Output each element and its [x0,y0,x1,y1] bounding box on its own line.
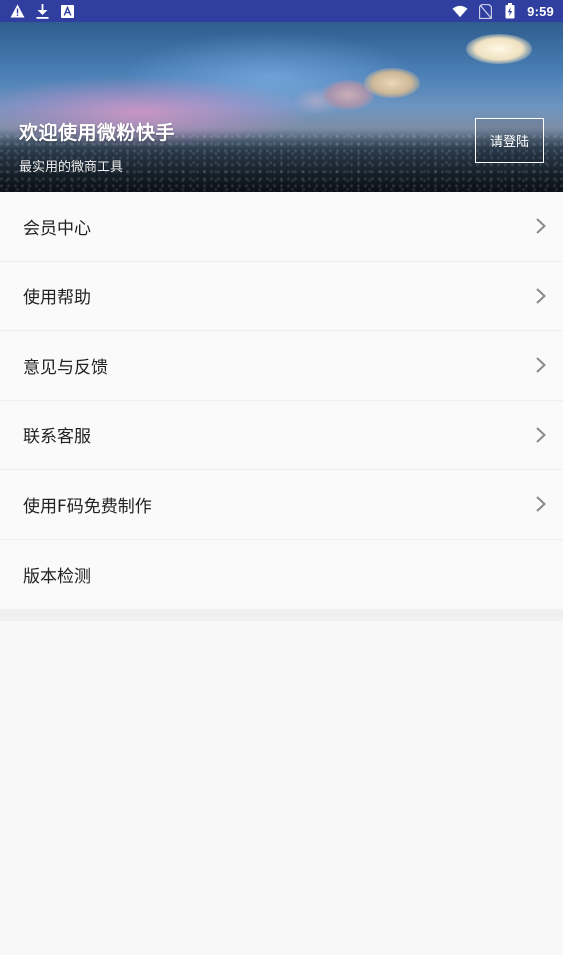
status-left-icons [9,3,75,19]
chevron-right-icon [535,287,547,305]
welcome-subtitle: 最实用的微商工具 [19,160,124,175]
warning-icon [9,3,25,19]
download-icon [34,3,50,19]
menu-item-label: 会员中心 [23,218,91,239]
menu-item-f-code[interactable]: 使用F码免费制作 [0,470,563,540]
chevron-right-icon [535,356,547,374]
login-button[interactable]: 请登陆 [475,118,544,163]
menu-item-label: 版本检测 [23,566,91,587]
menu-item-feedback[interactable]: 意见与反馈 [0,331,563,401]
font-icon [59,3,75,19]
menu-item-help[interactable]: 使用帮助 [0,262,563,331]
battery-charging-icon [502,3,518,19]
wifi-icon [452,3,468,19]
menu-item-label: 使用F码免费制作 [23,496,152,517]
menu-item-contact-support[interactable]: 联系客服 [0,401,563,470]
welcome-title: 欢迎使用微粉快手 [19,122,176,144]
chevron-right-icon [535,426,547,444]
chevron-right-icon [535,495,547,513]
bokeh-light [364,68,420,98]
status-right-icons: 9:59 [452,3,554,19]
status-time: 9:59 [527,3,554,19]
header-banner: 欢迎使用微粉快手 最实用的微商工具 请登陆 [0,22,563,192]
no-sim-icon [477,3,493,19]
status-bar: 9:59 [0,0,563,22]
section-divider [0,609,563,621]
bokeh-light [466,34,532,64]
menu-item-label: 意见与反馈 [23,357,108,378]
chevron-right-icon [535,217,547,235]
menu-item-label: 联系客服 [23,427,91,448]
menu-item-version-check[interactable]: 版本检测 [0,540,563,610]
menu-item-member-center[interactable]: 会员中心 [0,192,563,262]
settings-menu: 会员中心 使用帮助 意见与反馈 联系客服 使用F码免费制作 版本检测 [0,192,563,609]
menu-item-label: 使用帮助 [23,288,91,309]
